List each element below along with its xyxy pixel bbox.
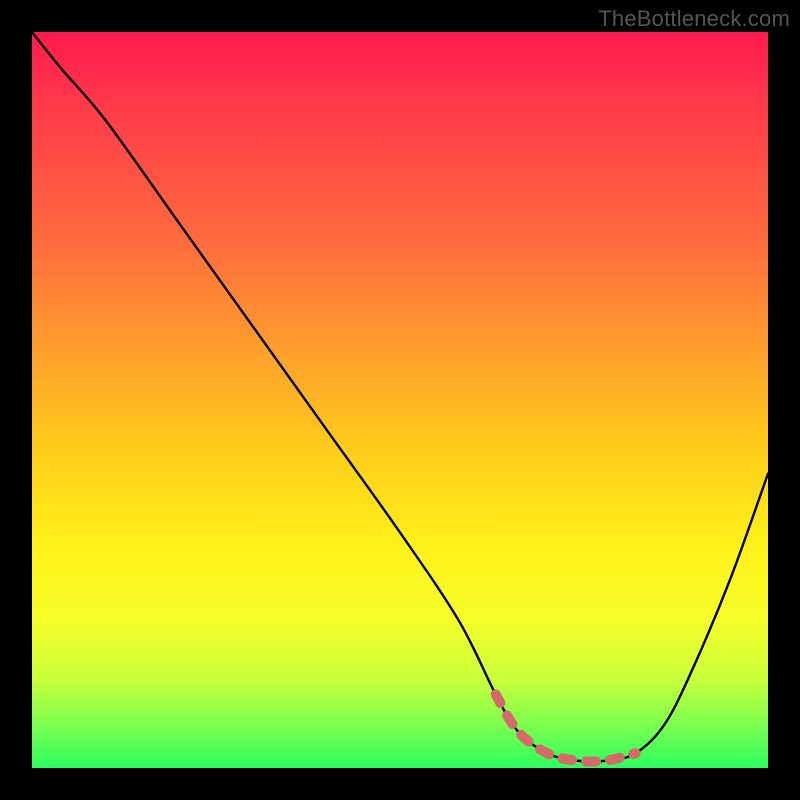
watermark-text: TheBottleneck.com [598, 6, 790, 32]
bottleneck-curve [32, 32, 768, 762]
curve-svg [32, 32, 768, 768]
chart-frame: TheBottleneck.com [0, 0, 800, 800]
plot-area [32, 32, 768, 768]
